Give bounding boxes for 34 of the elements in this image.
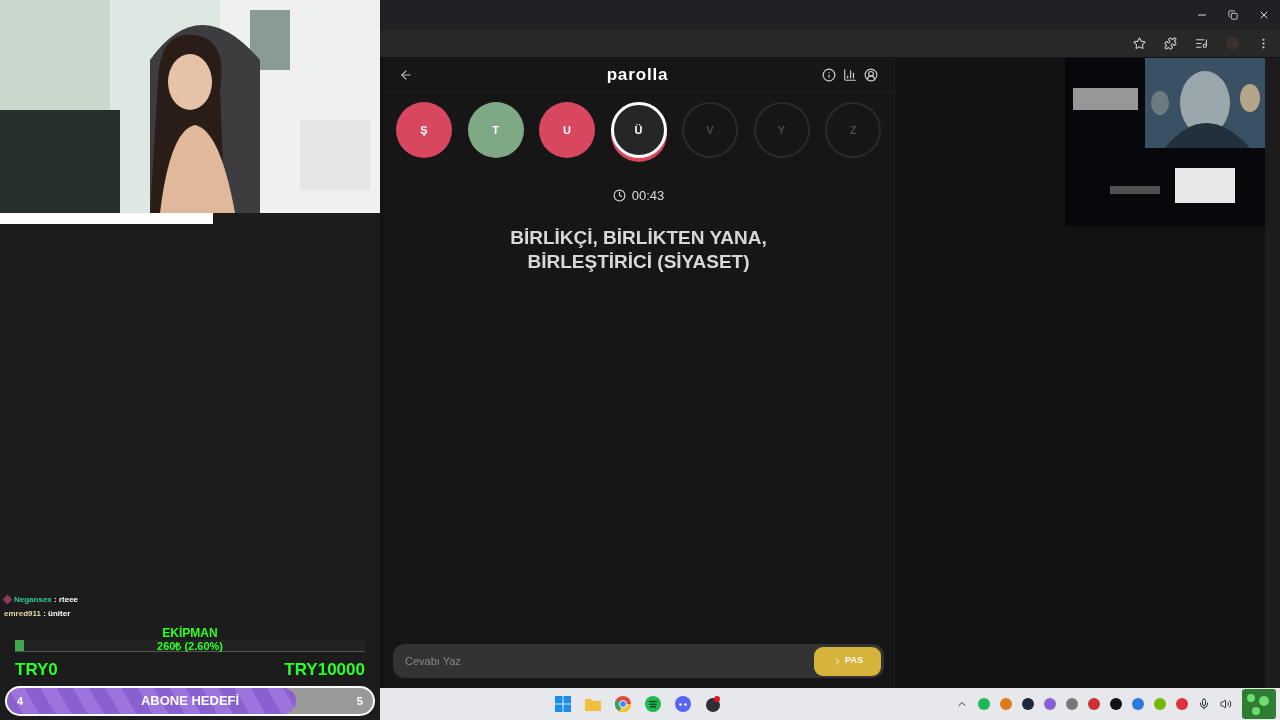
windows-start-icon[interactable] <box>555 696 571 712</box>
browser-icon[interactable] <box>615 696 631 712</box>
timer: 00:43 <box>631 187 665 205</box>
chat-message: Negansex : rteee <box>14 593 79 606</box>
music-app-icon[interactable] <box>645 696 661 712</box>
close-icon[interactable] <box>1258 9 1270 21</box>
thumbnail-drawing <box>1242 689 1276 719</box>
goal-min: TRY0 <box>15 658 58 681</box>
goal-end: 5 <box>356 693 363 709</box>
goal-label: ABONE HEDEFİ <box>140 692 240 711</box>
extensions-icon[interactable] <box>1164 37 1177 50</box>
pass-button[interactable]: PAS <box>814 646 881 676</box>
goal-max: TRY10000 <box>284 658 365 681</box>
volume-icon[interactable] <box>1220 698 1232 710</box>
bookmark-star-icon[interactable] <box>1133 37 1146 50</box>
goal-start: 4 <box>17 693 24 709</box>
answer-field[interactable]: Cevabı Yaz PAS <box>393 644 884 678</box>
back-icon[interactable] <box>399 68 413 82</box>
goal-title: EKİPMAN <box>162 625 218 640</box>
microphone-icon[interactable] <box>1198 698 1210 710</box>
app-title: parolla <box>606 64 669 87</box>
clock-icon <box>612 189 626 203</box>
info-icon[interactable] <box>822 68 836 82</box>
media-controls-icon[interactable] <box>1195 37 1208 50</box>
profile-icon[interactable] <box>864 68 878 82</box>
goal-amount: 260₺ (2.60%) <box>157 639 223 652</box>
chat-message: emred911 : üniter <box>4 607 71 620</box>
chat-app-icon[interactable] <box>675 696 691 712</box>
tray-icon[interactable] <box>1022 698 1034 710</box>
restore-icon[interactable] <box>1228 10 1238 20</box>
stats-icon[interactable] <box>843 68 857 82</box>
clue-text: BİRLİKÇİ, BİRLİKTEN YANA, BİRLEŞTİRİCİ (SİYASET) <box>509 225 768 274</box>
tray-icon[interactable] <box>1110 698 1122 710</box>
recording-app-icon[interactable] <box>705 696 721 712</box>
